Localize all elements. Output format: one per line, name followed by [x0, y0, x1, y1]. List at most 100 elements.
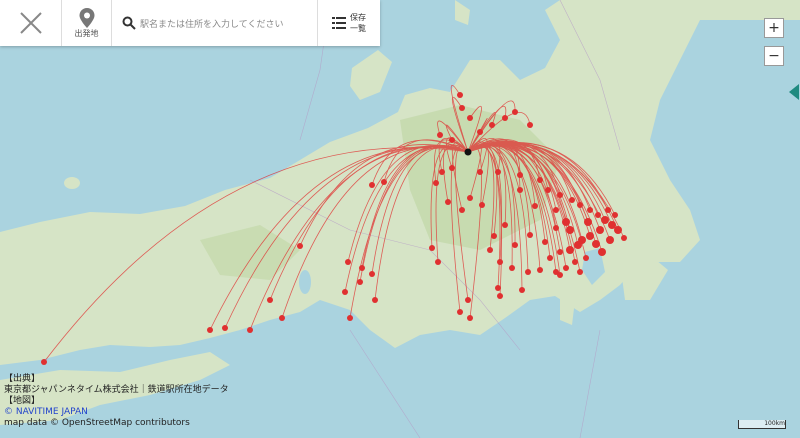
station-point [595, 212, 601, 218]
close-button[interactable] [0, 0, 62, 46]
station-point [553, 207, 559, 213]
map-canvas[interactable] [0, 0, 800, 438]
station-point [517, 172, 523, 178]
station-point [489, 122, 495, 128]
side-panel-tab[interactable] [789, 84, 799, 100]
station-point [557, 272, 563, 278]
station-point [587, 207, 593, 213]
station-point [497, 293, 503, 299]
station-point [342, 289, 348, 295]
station-point [566, 246, 574, 254]
credits-map-heading: 【地図】 [4, 396, 41, 406]
station-point [495, 169, 501, 175]
credits-osm: map data © OpenStreetMap contributors [4, 418, 190, 428]
land-oki [64, 177, 80, 189]
station-point [429, 245, 435, 251]
station-point [512, 109, 518, 115]
station-point [527, 232, 533, 238]
origin-pin-button[interactable]: 出発地 [62, 0, 112, 46]
search-box[interactable]: 駅名または住所を入力してください [112, 0, 318, 46]
station-point [502, 115, 508, 121]
station-point [479, 202, 485, 208]
station-point [553, 225, 559, 231]
station-point [439, 169, 445, 175]
station-point [519, 287, 525, 293]
credits-source-heading: 【出典】 [4, 374, 41, 384]
station-point [596, 226, 604, 234]
station-point [369, 182, 375, 188]
station-point [457, 309, 463, 315]
station-point [562, 218, 570, 226]
station-point [267, 297, 273, 303]
station-point [491, 233, 497, 239]
station-point [449, 165, 455, 171]
station-point [433, 180, 439, 186]
pin-label: 出発地 [74, 28, 99, 38]
station-point [621, 235, 627, 241]
station-point [369, 271, 375, 277]
station-point [566, 226, 574, 234]
station-point [542, 239, 548, 245]
scale-bar: 100km [738, 420, 786, 429]
station-point [487, 247, 493, 253]
station-point [532, 203, 538, 209]
top-toolbar: 出発地 駅名または住所を入力してください 保存 一覧 [0, 0, 380, 46]
credits-navitime-link[interactable]: © NAVITIME JAPAN [4, 407, 229, 418]
station-point [606, 236, 614, 244]
station-point [509, 265, 515, 271]
station-point [359, 265, 365, 271]
station-point [612, 212, 618, 218]
station-point [279, 315, 285, 321]
station-point [583, 255, 589, 261]
station-point [557, 249, 563, 255]
credits-source-text: 東京都ジャパンネタイム株式会社｜鉄道駅所在地データ [4, 385, 229, 395]
station-point [577, 269, 583, 275]
station-point [495, 285, 501, 291]
station-point [586, 232, 594, 240]
station-point [41, 359, 47, 365]
search-icon [122, 16, 136, 30]
station-point [601, 216, 609, 224]
station-point [563, 265, 569, 271]
station-point [572, 259, 578, 265]
station-point [459, 207, 465, 213]
zoom-out-button[interactable]: − [764, 46, 784, 66]
station-point [477, 129, 483, 135]
station-point [517, 187, 523, 193]
station-point [537, 267, 543, 273]
station-point [222, 325, 228, 331]
lake-biwa [299, 270, 311, 294]
station-point [435, 259, 441, 265]
list-icon [332, 17, 346, 29]
station-point [497, 259, 503, 265]
station-point [357, 279, 363, 285]
station-point [297, 243, 303, 249]
station-point [545, 187, 551, 193]
station-point [584, 218, 592, 226]
map-pin-icon [79, 7, 94, 28]
station-point [465, 297, 471, 303]
station-point [381, 179, 387, 185]
station-point [207, 327, 213, 333]
station-point [457, 92, 463, 98]
zoom-in-button[interactable]: + [764, 18, 784, 38]
saved-list-label: 保存 一覧 [350, 13, 366, 33]
station-point [557, 192, 563, 198]
station-point [247, 327, 253, 333]
station-point [347, 315, 353, 321]
station-point [477, 169, 483, 175]
station-point [459, 105, 465, 111]
station-point [512, 242, 518, 248]
station-point [437, 132, 443, 138]
station-point [445, 199, 451, 205]
saved-list-button[interactable]: 保存 一覧 [318, 0, 380, 46]
station-point [467, 195, 473, 201]
station-point [577, 202, 583, 208]
station-point [574, 241, 582, 249]
station-point [569, 197, 575, 203]
station-point [502, 222, 508, 228]
station-point [467, 315, 473, 321]
station-point [614, 226, 622, 234]
station-point [467, 115, 473, 121]
map-credits: 【出典】 東京都ジャパンネタイム株式会社｜鉄道駅所在地データ 【地図】 © NA… [4, 374, 229, 429]
